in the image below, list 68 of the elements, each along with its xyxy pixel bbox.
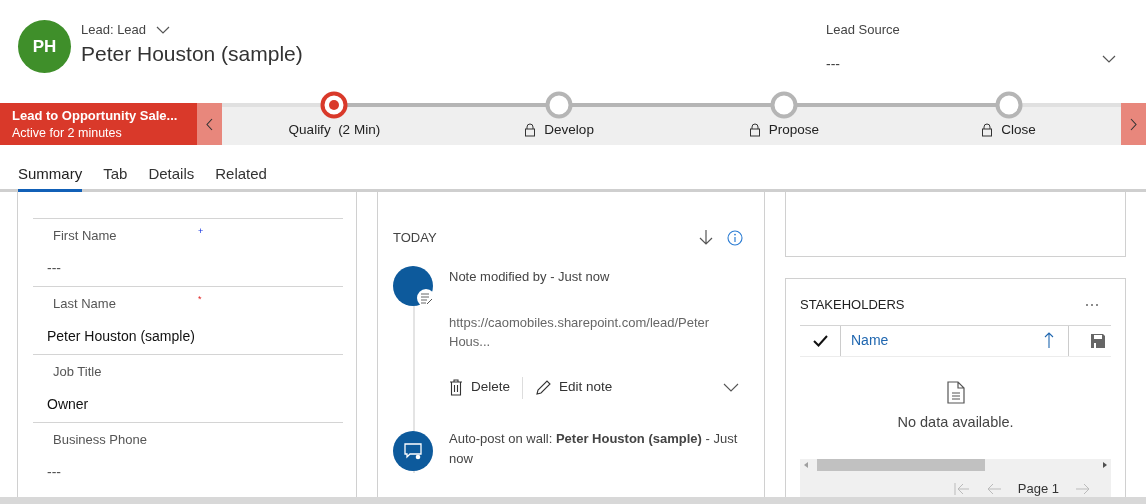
entity-label: Lead: Lead xyxy=(81,21,147,39)
save-view-button[interactable] xyxy=(1091,333,1105,348)
info-icon xyxy=(727,229,743,246)
tab[interactable]: Related xyxy=(215,162,267,192)
checkmark-icon xyxy=(813,334,828,347)
avatar: PH xyxy=(18,20,71,73)
chevron-left-icon xyxy=(206,117,213,131)
document-icon xyxy=(946,380,965,404)
scroll-left-icon[interactable] xyxy=(804,462,808,469)
select-all-checkbox[interactable] xyxy=(813,334,828,347)
horizontal-scrollbar[interactable] xyxy=(800,459,1111,472)
note-text: https://caomobiles.sharepoint.com/lead/Peter Hous... xyxy=(449,313,711,351)
process-name-panel[interactable]: Lead to Opportunity Sale... Active for 2 minutes xyxy=(0,103,197,145)
column-header[interactable]: Name xyxy=(841,330,1068,351)
sort-ascending-icon xyxy=(1044,332,1054,349)
record-title: Peter Houston (sample) xyxy=(81,40,303,67)
chevron-down-icon xyxy=(156,25,171,34)
lock-icon xyxy=(981,123,994,138)
previous-page-icon[interactable] xyxy=(985,483,1002,495)
field-value: --- xyxy=(46,462,62,482)
empty-message: No data available. xyxy=(897,412,1014,432)
info-button[interactable] xyxy=(727,229,743,246)
process-stage[interactable]: Close xyxy=(896,91,1121,145)
sort-button[interactable] xyxy=(699,229,713,247)
recommended-marker: + xyxy=(198,226,204,238)
chevron-down-icon xyxy=(723,383,739,392)
tab[interactable]: Tab xyxy=(103,162,128,192)
scrollbar-thumb[interactable] xyxy=(817,459,985,472)
field-label: Job Title xyxy=(53,363,103,381)
lead-source-field[interactable]: Lead Source --- xyxy=(826,20,1116,75)
chevron-right-icon xyxy=(1130,117,1137,131)
delete-button[interactable]: Delete xyxy=(449,377,511,398)
lock-icon xyxy=(524,123,537,138)
field-value: Owner xyxy=(46,394,90,414)
process-stage[interactable]: Develop xyxy=(446,91,672,145)
target-icon xyxy=(320,91,349,119)
timeline-heading: TODAY xyxy=(393,229,437,247)
save-icon xyxy=(1091,333,1105,348)
timeline-entry-title: Note modified by - Just now xyxy=(449,267,611,286)
previous-stage-button[interactable] xyxy=(197,103,222,145)
field-label: Business Phone xyxy=(53,431,148,449)
next-stage-button[interactable] xyxy=(1121,103,1146,145)
field-value: --- xyxy=(46,258,62,278)
more-options-button[interactable] xyxy=(1085,302,1099,307)
more-icon xyxy=(1085,302,1099,307)
timeline-entry-title: Auto-post on wall: Peter Houston (sample) - Just now xyxy=(449,429,739,468)
field-label: Last Name xyxy=(53,295,117,313)
section-title: STAKEHOLDERS xyxy=(800,296,905,314)
chat-bubble-icon xyxy=(393,430,435,473)
chevron-down-icon xyxy=(1102,55,1116,63)
trash-icon xyxy=(449,379,463,396)
field-label: First Name xyxy=(53,227,118,245)
field-value: Peter Houston (sample) xyxy=(46,326,196,346)
page-label: Page 1 xyxy=(1017,480,1059,497)
scroll-right-icon[interactable] xyxy=(1103,462,1107,469)
next-page-icon[interactable] xyxy=(1075,483,1091,495)
note-icon xyxy=(393,265,435,308)
entity-switcher[interactable] xyxy=(156,25,171,34)
first-page-icon[interactable] xyxy=(953,483,970,495)
pencil-icon xyxy=(535,379,552,396)
required-marker: * xyxy=(198,294,202,306)
lock-icon xyxy=(748,123,761,138)
arrow-down-icon xyxy=(699,229,713,247)
process-stage[interactable]: Qualify (2 Min) xyxy=(222,91,447,145)
process-stage[interactable]: Propose xyxy=(671,91,897,145)
edit-note-button[interactable]: Edit note xyxy=(535,377,613,398)
expand-button[interactable] xyxy=(723,383,739,392)
tab[interactable]: Details xyxy=(148,162,195,192)
